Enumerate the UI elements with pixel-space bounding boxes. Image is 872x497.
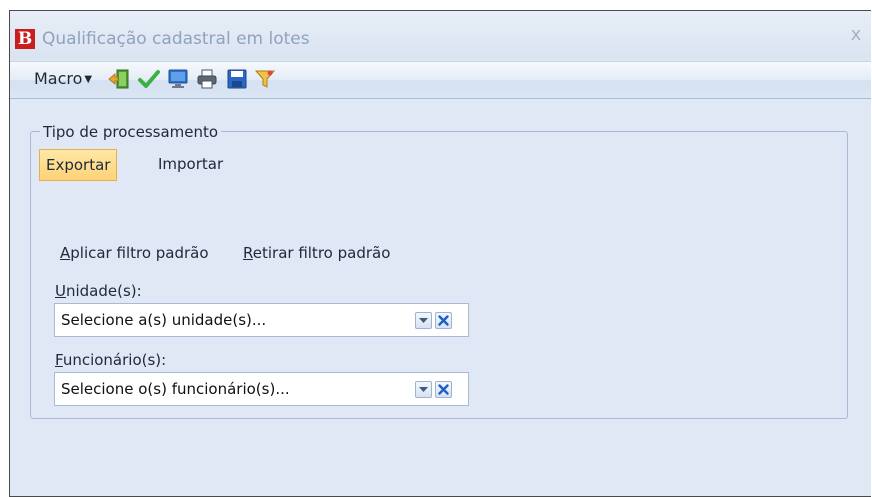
remove-default-filter-link[interactable]: Retirar filtro padrão <box>243 244 390 262</box>
title-bar[interactable]: B Qualificação cadastral em lotes x <box>10 11 871 58</box>
funcionario-select-value: Selecione o(s) funcionário(s)... <box>61 380 290 398</box>
tab-importar[interactable]: Importar <box>152 149 229 181</box>
funcionario-label: Funcionário(s): <box>55 351 166 369</box>
funcionario-label-text: uncionário(s): <box>62 351 167 369</box>
unidade-mnemonic: U <box>55 282 66 300</box>
unidade-select[interactable]: Selecione a(s) unidade(s)... <box>54 303 469 337</box>
check-icon[interactable] <box>138 68 160 90</box>
dialog-window: B Qualificação cadastral em lotes x Macr… <box>9 10 871 497</box>
group-legend: Tipo de processamento <box>40 123 222 141</box>
macro-label: Macro <box>34 69 83 88</box>
chevron-down-icon <box>419 318 428 323</box>
window-title: Qualificação cadastral em lotes <box>42 29 310 49</box>
toolbar: Macro ▼ <box>10 61 871 99</box>
funcionario-mnemonic: F <box>55 351 63 369</box>
remove-filter-text: etirar filtro padrão <box>252 244 391 262</box>
funcionario-select[interactable]: Selecione o(s) funcionário(s)... <box>54 372 469 406</box>
printer-icon[interactable] <box>196 68 218 90</box>
clear-x-icon <box>438 384 449 395</box>
chevron-down-icon: ▼ <box>84 74 93 85</box>
unidade-label: Unidade(s): <box>55 282 142 300</box>
chevron-down-icon <box>419 387 428 392</box>
filter-funnel-icon[interactable] <box>254 68 276 90</box>
apply-default-filter-link[interactable]: Aplicar filtro padrão <box>60 244 209 262</box>
apply-filter-text: plicar filtro padrão <box>70 244 209 262</box>
macro-menu-button[interactable]: Macro ▼ <box>34 69 92 88</box>
funcionario-clear-button[interactable] <box>435 381 452 398</box>
app-logo-icon: B <box>15 29 35 49</box>
funcionario-dropdown-button[interactable] <box>415 381 432 398</box>
unidade-label-text: nidade(s): <box>65 282 142 300</box>
tab-exportar[interactable]: Exportar <box>39 149 118 181</box>
unidade-dropdown-button[interactable] <box>415 312 432 329</box>
save-disk-icon[interactable] <box>226 68 248 90</box>
unidade-select-value: Selecione a(s) unidade(s)... <box>61 311 267 329</box>
dialog-content: Tipo de processamento Exportar Importar … <box>10 99 871 496</box>
remove-filter-mnemonic: R <box>243 244 253 262</box>
monitor-icon[interactable] <box>167 68 189 90</box>
close-button[interactable]: x <box>846 25 866 45</box>
exit-door-icon[interactable] <box>108 68 130 90</box>
unidade-clear-button[interactable] <box>435 312 452 329</box>
clear-x-icon <box>438 315 449 326</box>
apply-filter-mnemonic: A <box>60 244 71 262</box>
